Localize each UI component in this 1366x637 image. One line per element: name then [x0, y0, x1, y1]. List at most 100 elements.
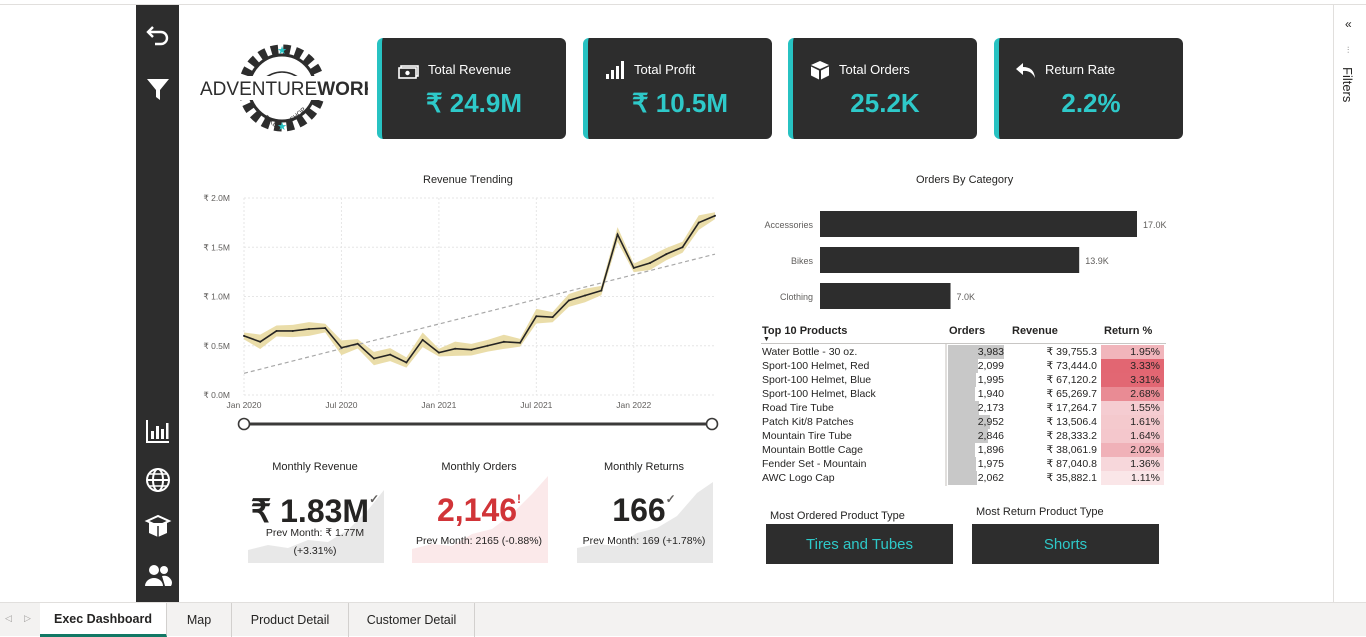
revenue-cell: ₹ 13,506.4	[1046, 416, 1097, 428]
revenue-point	[486, 344, 489, 347]
data-label: 17.0K	[1143, 220, 1167, 230]
kpi-label: Return Rate	[1045, 62, 1116, 77]
revenue-point	[632, 266, 635, 269]
x-tick-label: Jan 2020	[227, 400, 262, 410]
filters-label[interactable]: Filters	[1340, 67, 1355, 102]
revenue-point	[454, 347, 457, 350]
kpi-value: 25.2K	[850, 88, 920, 118]
nav-exec-dashboard-button[interactable]	[136, 411, 179, 451]
date-range-slider-handle[interactable]	[237, 417, 251, 431]
most-return-value: Shorts	[972, 524, 1159, 564]
revenue-point	[307, 328, 310, 331]
kpi-value: ₹ 24.9M	[425, 88, 523, 118]
revenue-point	[356, 342, 359, 345]
revenue-trend-chart[interactable]: ₹ 0.0M ₹ 0.5M ₹ 1.0M ₹ 1.5M ₹ 2.0M Jan 2020 Ju…	[190, 188, 730, 434]
tab-scroll-left-icon[interactable]: ◁	[5, 613, 12, 624]
col-header-revenue[interactable]: Revenue	[1012, 325, 1058, 337]
kpi-card-total-revenue: Total Revenue ₹ 24.9M	[377, 38, 566, 139]
revenue-point	[600, 289, 603, 292]
filters-pane[interactable]: « ⫶ Filters	[1333, 5, 1366, 602]
orders-cell: 2,952	[977, 416, 1004, 428]
monthly-orders-value: 2,146!	[436, 492, 522, 528]
revenue-point	[519, 341, 522, 344]
table-row[interactable]: Road Tire Tube 2,173 ₹ 17,264.7 1.55%	[761, 401, 1166, 415]
collapse-chevron-icon[interactable]: «	[1345, 17, 1352, 31]
tab-product-detail[interactable]: Product Detail	[232, 603, 349, 637]
table-row[interactable]: Patch Kit/8 Patches 2,952 ₹ 13,506.4 1.61%	[761, 415, 1166, 429]
tab-customer-detail[interactable]: Customer Detail	[349, 603, 475, 637]
category-bar[interactable]	[820, 247, 1080, 273]
date-range-slider-handle[interactable]	[705, 417, 719, 431]
confidence-band	[244, 212, 715, 368]
revenue-cell: ₹ 67,120.2	[1046, 374, 1097, 386]
table-row[interactable]: Fender Set - Mountain 1,975 ₹ 87,040.8 1.36…	[761, 457, 1166, 471]
filter-button[interactable]	[136, 69, 179, 109]
revenue-cell: ₹ 17,264.7	[1046, 402, 1097, 414]
tab-exec-dashboard[interactable]: Exec Dashboard	[40, 603, 167, 637]
kpi-card-total-orders: Total Orders 25.2K	[788, 38, 977, 139]
bar-chart-icon	[145, 420, 169, 443]
revenue-point	[340, 346, 343, 349]
monthly-returns-title: Monthly Returns	[603, 461, 685, 473]
kpi-value: 2.2%	[1061, 88, 1121, 118]
back-button[interactable]	[136, 15, 179, 55]
svg-text:★: ★	[277, 45, 287, 57]
filter-pane-icon: ⫶	[1347, 45, 1350, 55]
box-icon	[811, 61, 829, 80]
kpi-label: Total Revenue	[428, 62, 512, 77]
col-header-orders[interactable]: Orders	[949, 325, 985, 337]
table-row[interactable]: Mountain Bottle Cage 1,896 ₹ 38,061.9 2.02%	[761, 443, 1166, 457]
return-cell: 1.95%	[1101, 345, 1164, 359]
check-icon: ✓	[665, 492, 676, 506]
table-row[interactable]: AWC Logo Cap 2,062 ₹ 35,882.1 1.11%	[761, 471, 1166, 485]
most-ordered-value: Tires and Tubes	[766, 524, 953, 564]
kpi-card-return-rate: Return Rate 2.2%	[994, 38, 1183, 139]
revenue-point	[324, 327, 327, 330]
sort-desc-icon[interactable]: ▼	[763, 336, 770, 343]
revenue-point	[243, 334, 245, 337]
category-bar[interactable]	[820, 211, 1137, 237]
table-row[interactable]: Sport-100 Helmet, Blue 1,995 ₹ 67,120.2 3.3…	[761, 373, 1166, 387]
nav-map-button[interactable]	[136, 460, 179, 500]
product-cell: Sport-100 Helmet, Black	[762, 388, 876, 400]
col-header-return[interactable]: Return %	[1104, 325, 1152, 337]
tab-map[interactable]: Map	[167, 603, 232, 637]
return-cell: 2.68%	[1101, 387, 1164, 401]
product-cell: Mountain Bottle Cage	[762, 444, 863, 456]
revenue-point	[405, 361, 408, 364]
x-tick-label: Jul 2020	[325, 400, 357, 410]
tab-scroll-right-icon[interactable]: ▷	[24, 613, 31, 624]
table-row[interactable]: Sport-100 Helmet, Red 2,099 ₹ 73,444.0 3.33…	[761, 359, 1166, 373]
monthly-revenue-change: (+3.31%)	[293, 545, 337, 557]
revenue-point	[665, 253, 668, 256]
kpi-label: Total Orders	[839, 62, 910, 77]
kpi-value: ₹ 10.5M	[631, 88, 729, 118]
x-tick-label: Jan 2021	[421, 400, 456, 410]
orders-by-category-chart[interactable]: Accessories 17.0K Bikes 13.9K Clothing 7.0K	[755, 205, 1175, 315]
revenue-chart-title: Revenue Trending	[423, 174, 513, 186]
table-row[interactable]: Water Bottle - 30 oz. 3,983 ₹ 39,755.3 1.95…	[761, 345, 1166, 359]
page-tab-bar: ◁ ▷ Exec Dashboard Map Product Detail Cu…	[0, 602, 1366, 637]
side-navigation	[136, 5, 179, 602]
category-label: Bikes	[791, 256, 814, 266]
revenue-cell: ₹ 65,269.7	[1046, 388, 1097, 400]
revenue-point	[584, 294, 587, 297]
top-products-table: Top 10 Products ▼ Orders Revenue Return …	[761, 324, 1166, 486]
return-cell: 1.11%	[1101, 471, 1164, 485]
revenue-point	[714, 214, 716, 217]
col-header-product[interactable]: Top 10 Products	[762, 325, 947, 337]
product-cell: Sport-100 Helmet, Red	[762, 360, 870, 372]
orders-cell: 1,975	[977, 458, 1004, 470]
svg-text:ADVENTUREWORKS: ADVENTUREWORKS	[200, 79, 368, 100]
y-tick-label: ₹ 2.0M	[203, 193, 230, 203]
return-cell: 1.64%	[1101, 429, 1164, 443]
orders-cell: 1,940	[977, 388, 1004, 400]
table-row[interactable]: Sport-100 Helmet, Black 1,940 ₹ 65,269.7 2.…	[761, 387, 1166, 401]
revenue-point	[389, 353, 392, 356]
nav-customer-detail-button[interactable]	[136, 555, 179, 595]
table-row[interactable]: Mountain Tire Tube 2,846 ₹ 28,333.2 1.64%	[761, 429, 1166, 443]
category-bar[interactable]	[820, 283, 951, 309]
monthly-orders-title: Monthly Orders	[441, 461, 517, 473]
monthly-returns-value: 166✓	[612, 492, 676, 528]
nav-product-detail-button[interactable]	[136, 506, 179, 546]
